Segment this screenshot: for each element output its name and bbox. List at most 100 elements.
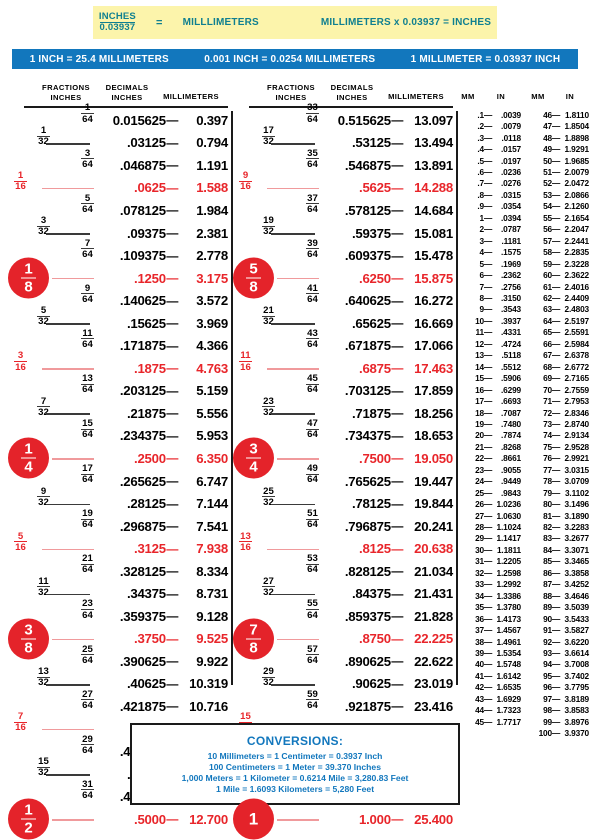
fraction-denominator: 64 xyxy=(305,383,319,396)
conversion-line-4: 1 Mile = 1.6093 Kilometers = 5,280 Feet xyxy=(215,784,375,794)
reference-mm-value: .8 xyxy=(477,189,484,200)
millimeters-value: 3.572 xyxy=(196,293,228,309)
fraction-denominator: 16 xyxy=(14,721,27,734)
reference-in-value: .7087 xyxy=(500,407,521,418)
fraction-numerator: 29 xyxy=(263,666,274,678)
fraction-numerator: 43 xyxy=(307,327,318,339)
fraction-denominator: 64 xyxy=(80,428,94,441)
reference-dash: — xyxy=(484,476,493,487)
fraction-denominator: 32 xyxy=(261,496,275,508)
reference-in-value: 2.8740 xyxy=(564,418,590,429)
fraction-row: 33 64 0.515625— 13.097 xyxy=(225,103,453,132)
reference-dash: — xyxy=(552,201,561,212)
mm-in-row: 12— .4724 xyxy=(455,338,521,349)
mm-in-row: 57—2.2441 xyxy=(523,235,589,246)
reference-dash: — xyxy=(484,109,493,120)
fraction-denominator: 64 xyxy=(305,654,319,666)
row-dash-separator: — xyxy=(166,609,179,624)
decimal-inches-value: .8750 xyxy=(359,631,391,647)
mm-in-row: 68—2.6772 xyxy=(523,361,589,372)
reference-dash: — xyxy=(552,350,561,361)
fraction-f64: 31 64 xyxy=(80,780,94,801)
decimal-inches-value: 0.515625 xyxy=(337,112,391,128)
reference-dash: — xyxy=(484,121,493,132)
fraction-badge: 58 xyxy=(233,257,274,299)
reference-in-value: 2.5197 xyxy=(564,315,590,326)
badge-numerator: 7 xyxy=(249,621,258,639)
reference-in-value: .0157 xyxy=(500,144,521,155)
reference-mm-value: 2 xyxy=(479,224,485,235)
reference-in-value: 1.8898 xyxy=(564,132,590,143)
fraction-row: 9 16 .5625— 14.288 xyxy=(225,171,453,200)
reference-in-value: .3543 xyxy=(500,304,521,315)
fraction-row: 1 1.000— 25.400 xyxy=(225,798,453,840)
leader-line-badge xyxy=(277,278,319,280)
blue-facts-bar: 1 INCH = 25.4 MILLIMETERS 0.001 INCH = 0… xyxy=(12,49,578,69)
reference-mm-value: 34 xyxy=(475,590,484,601)
fraction-row: 17 32 .53125— 13.494 xyxy=(225,126,453,155)
row-dash-separator: — xyxy=(391,631,404,646)
mm-in-row: 18— .7087 xyxy=(455,407,521,418)
reference-in-value: 1.1417 xyxy=(496,533,522,544)
badge-numerator: 1 xyxy=(248,809,259,829)
millimeters-value: 15.875 xyxy=(414,270,453,286)
fraction-badge: 12 xyxy=(8,798,49,840)
millimeters-value: 10.319 xyxy=(189,676,228,692)
fraction-badge: 34 xyxy=(233,437,274,479)
mm-in-row: 97—3.8189 xyxy=(523,693,589,704)
mm-in-row: 84—3.3071 xyxy=(523,544,589,555)
fraction-numerator: 25 xyxy=(82,643,93,655)
fraction-f64: 11 64 xyxy=(80,329,94,350)
reference-mm-value: 82 xyxy=(543,522,552,533)
fraction-denominator: 32 xyxy=(261,315,275,328)
mm-in-row: 93—3.6614 xyxy=(523,647,589,658)
reference-mm-value: .9 xyxy=(477,201,484,212)
mm-in-row: 82—3.2283 xyxy=(523,521,589,532)
reference-in-value: 2.8346 xyxy=(564,407,590,418)
mm-in-row: 69—2.7165 xyxy=(523,372,589,383)
fraction-denominator: 16 xyxy=(14,180,27,193)
reference-mm-value: 80 xyxy=(543,499,552,510)
fraction-denominator: 32 xyxy=(261,225,275,238)
mm-in-row: 86—3.3858 xyxy=(523,567,589,578)
fraction-numerator: 19 xyxy=(263,215,274,227)
fraction-numerator: 33 xyxy=(307,102,318,114)
reference-mm-value: 15 xyxy=(475,373,484,384)
reference-mm-value: 35 xyxy=(475,602,484,613)
fraction-row: 27 64 .421875— 10.716 xyxy=(0,690,228,718)
mm-in-row: 61—2.4016 xyxy=(523,281,589,292)
inches-over-factor-fraction: INCHES 0.03937 xyxy=(99,12,136,33)
fraction-row: 5 16 .3125— 7.938 xyxy=(0,532,228,560)
badge-denominator: 8 xyxy=(246,277,261,295)
fraction-denominator: 64 xyxy=(80,113,94,125)
mm-in-row: 87—3.4252 xyxy=(523,579,589,590)
mm-in-row: 96—3.7795 xyxy=(523,682,589,693)
row-dash-separator: — xyxy=(166,293,179,308)
reference-dash: — xyxy=(552,705,561,716)
decimal-inches-value: .34375 xyxy=(126,586,166,602)
reference-in-value: .2362 xyxy=(500,270,521,281)
fraction-denominator: 64 xyxy=(80,744,94,756)
reference-dash: — xyxy=(552,361,561,372)
mm-in-row: 63—2.4803 xyxy=(523,304,589,315)
reference-mm-value: 77 xyxy=(543,464,552,475)
reference-dash: — xyxy=(484,224,493,235)
reference-mm-value: 51 xyxy=(543,166,552,177)
mm-in-row: 11— .4331 xyxy=(455,327,522,338)
mm-in-row: 70—2.7559 xyxy=(523,384,589,395)
mm-in-row: 41—1.6142 xyxy=(455,670,521,681)
header-mm-col2: MM xyxy=(531,92,545,101)
reference-mm-value: 9 xyxy=(479,304,485,315)
decimal-inches-value: .3125 xyxy=(134,541,166,557)
mm-in-row: 67—2.6378 xyxy=(523,350,589,361)
mm-in-row: 34—1.3386 xyxy=(455,590,521,601)
reference-in-value: .1969 xyxy=(500,258,521,269)
mm-in-row: 26—1.0236 xyxy=(455,498,521,509)
reference-dash: — xyxy=(552,235,561,246)
reference-dash: — xyxy=(484,338,493,349)
row-dash-separator: — xyxy=(166,338,179,353)
fraction-numerator: 5 xyxy=(84,192,91,204)
header-rule-left xyxy=(24,106,228,109)
mm-in-row: 16— .6299 xyxy=(455,384,521,395)
reference-dash: — xyxy=(484,544,493,555)
